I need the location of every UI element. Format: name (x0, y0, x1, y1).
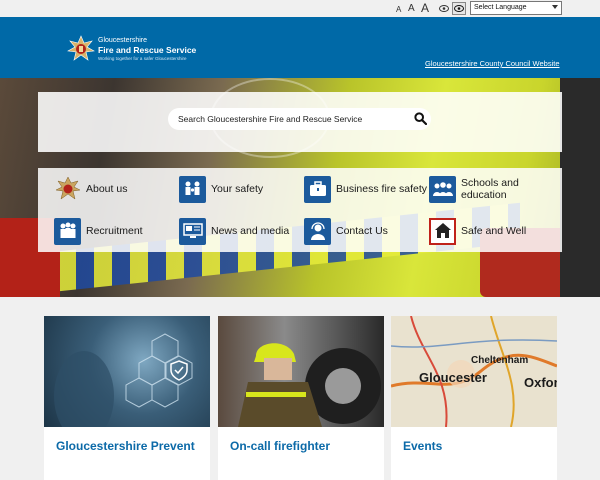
quick-link-business-fire-safety[interactable]: Business fire safety (304, 173, 429, 205)
contrast-normal-button[interactable] (437, 2, 451, 15)
map-icon: Gloucester Cheltenham Oxfor (391, 316, 557, 427)
firefighter-icon (238, 343, 381, 427)
council-website-link[interactable]: Gloucestershire County Council Website (425, 59, 560, 68)
quick-link-label: Contact Us (336, 225, 388, 237)
logo-line-2: Fire and Rescue Service (98, 45, 197, 55)
briefcase-icon (304, 175, 331, 203)
card-events[interactable]: Gloucester Cheltenham Oxfor Events (391, 316, 557, 480)
card-image (218, 316, 384, 427)
hero-background-shape (560, 78, 600, 297)
quick-link-your-safety[interactable]: Your safety (179, 173, 304, 205)
utility-bar: A A A Select Language (0, 0, 600, 17)
card-title: Gloucestershire Prevent (56, 439, 195, 453)
card-title: Events (403, 439, 443, 453)
map-label-oxford: Oxfor (524, 375, 557, 390)
font-size-medium-button[interactable]: A (408, 4, 415, 14)
headset-icon (304, 217, 331, 245)
quick-links-panel: About us Your safety Business fire safet… (38, 168, 562, 252)
quick-link-label: News and media (211, 225, 290, 237)
eye-icon (454, 5, 464, 12)
quick-link-label: Your safety (211, 183, 264, 195)
language-select[interactable]: Select Language (470, 1, 562, 15)
chevron-down-icon (552, 5, 558, 9)
family-icon (179, 175, 206, 203)
card-image (44, 316, 210, 427)
shield-icon (54, 333, 193, 427)
students-icon (429, 175, 456, 203)
card-image: Gloucester Cheltenham Oxfor (391, 316, 557, 427)
people-icon (54, 217, 81, 245)
search-panel (38, 92, 562, 152)
quick-link-about-us[interactable]: About us (54, 173, 179, 205)
quick-link-recruitment[interactable]: Recruitment (54, 215, 179, 247)
quick-link-label: Business fire safety (336, 183, 428, 195)
contrast-high-button[interactable] (452, 2, 466, 15)
card-on-call-firefighter[interactable]: On-call firefighter (218, 316, 384, 480)
map-label-gloucester: Gloucester (419, 370, 487, 385)
search-box (168, 108, 431, 130)
card-prevent[interactable]: Gloucestershire Prevent (44, 316, 210, 480)
house-icon (429, 217, 456, 245)
quick-link-label: Safe and Well (461, 225, 527, 237)
search-input[interactable] (178, 112, 408, 126)
language-select-value: Select Language (474, 4, 527, 11)
font-size-large-button[interactable]: A (421, 2, 429, 14)
quick-link-label: Recruitment (86, 225, 143, 237)
quick-link-label: About us (86, 183, 128, 195)
quick-link-news-media[interactable]: News and media (179, 215, 304, 247)
feature-cards: Gloucestershire Prevent On-call firefigh… (0, 297, 600, 480)
card-title: On-call firefighter (230, 439, 331, 453)
logo-tagline: Working together for a safer Gloucesters… (98, 56, 187, 61)
quick-link-schools-education[interactable]: Schools and education (429, 173, 554, 205)
search-icon[interactable] (414, 112, 427, 125)
quick-link-safe-and-well[interactable]: Safe and Well (429, 215, 554, 247)
badge-icon (54, 176, 81, 203)
hero-banner: About us Your safety Business fire safet… (0, 78, 600, 297)
site-header: Gloucestershire Fire and Rescue Service … (0, 17, 600, 78)
site-logo[interactable]: Gloucestershire Fire and Rescue Service … (67, 35, 197, 63)
quick-link-label: Schools and education (461, 177, 519, 201)
logo-line-1: Gloucestershire (98, 37, 148, 44)
font-size-small-button[interactable]: A (396, 6, 401, 14)
monitor-icon (179, 217, 206, 245)
eye-icon (439, 5, 449, 12)
map-label-cheltenham: Cheltenham (471, 355, 528, 366)
quick-link-contact-us[interactable]: Contact Us (304, 215, 429, 247)
fire-service-badge-icon (67, 35, 95, 61)
